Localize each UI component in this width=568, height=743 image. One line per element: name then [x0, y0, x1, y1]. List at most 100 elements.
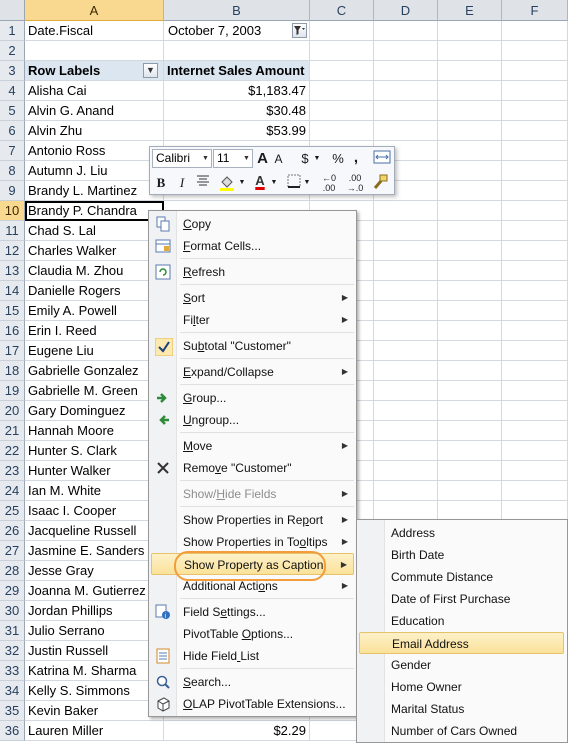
cell[interactable]: [502, 501, 568, 521]
row-header[interactable]: 3: [0, 61, 25, 81]
menu-item-move[interactable]: Move ▶: [151, 435, 354, 457]
cell[interactable]: [438, 81, 502, 101]
row-header[interactable]: 13: [0, 261, 25, 281]
row-header[interactable]: 9: [0, 181, 25, 201]
column-header-b[interactable]: B: [164, 0, 310, 21]
font-size-box[interactable]: 11 ▼: [213, 149, 253, 168]
cell[interactable]: [502, 281, 568, 301]
row-header[interactable]: 7: [0, 141, 25, 161]
chevron-down-icon[interactable]: ▼: [269, 173, 279, 193]
cell[interactable]: [374, 201, 438, 221]
column-header-d[interactable]: D: [374, 0, 438, 21]
menu-item-subtotal-customer[interactable]: Subtotal "Customer": [151, 335, 354, 357]
customer-name[interactable]: Antonio Ross: [25, 141, 164, 161]
customer-name[interactable]: Alvin G. Anand: [25, 101, 164, 121]
cell[interactable]: [438, 261, 502, 281]
cell[interactable]: [374, 381, 438, 401]
font-color-button[interactable]: A: [252, 171, 268, 191]
column-header-c[interactable]: C: [310, 0, 374, 21]
menu-item-show-hide-fields[interactable]: Show/Hide Fields ▶: [151, 483, 354, 505]
customer-name[interactable]: Erin I. Reed: [25, 321, 164, 341]
cell[interactable]: [438, 181, 502, 201]
submenu-item-date-of-first-purchase[interactable]: Date of First Purchase: [359, 588, 564, 610]
submenu-item-number-of-cars-owned[interactable]: Number of Cars Owned: [359, 720, 564, 742]
customer-name[interactable]: Charles Walker: [25, 241, 164, 261]
cell[interactable]: [374, 61, 438, 81]
cell[interactable]: [502, 241, 568, 261]
row-labels-header[interactable]: Row Labels ▼: [25, 61, 164, 81]
format-painter-icon[interactable]: [370, 173, 390, 193]
italic-button[interactable]: I: [176, 173, 188, 193]
cell[interactable]: [374, 401, 438, 421]
row-header[interactable]: 25: [0, 501, 25, 521]
cell[interactable]: [438, 341, 502, 361]
cell[interactable]: [438, 461, 502, 481]
shrink-font-button[interactable]: A: [271, 149, 286, 169]
menu-item-field-settings[interactable]: i Field Settings...: [151, 601, 354, 623]
cell[interactable]: [25, 41, 164, 61]
chevron-down-icon[interactable]: ▼: [312, 149, 322, 169]
row-header[interactable]: 11: [0, 221, 25, 241]
cell[interactable]: [502, 41, 568, 61]
cell[interactable]: [502, 321, 568, 341]
customer-name[interactable]: Hannah Moore: [25, 421, 164, 441]
column-header-a[interactable]: A: [25, 0, 164, 21]
cell[interactable]: [438, 441, 502, 461]
cell[interactable]: [502, 61, 568, 81]
chevron-down-icon[interactable]: ▼: [237, 173, 247, 193]
submenu-item-education[interactable]: Education: [359, 610, 564, 632]
row-header[interactable]: 30: [0, 601, 25, 621]
customer-name[interactable]: Danielle Rogers: [25, 281, 164, 301]
customer-name[interactable]: Autumn J. Liu: [25, 161, 164, 181]
cell[interactable]: [374, 221, 438, 241]
row-header[interactable]: 8: [0, 161, 25, 181]
customer-name[interactable]: Alvin Zhu: [25, 121, 164, 141]
cell[interactable]: [438, 361, 502, 381]
column-header-f[interactable]: F: [502, 0, 568, 21]
menu-item-remove-customer[interactable]: Remove "Customer": [151, 457, 354, 479]
cell[interactable]: [502, 381, 568, 401]
menu-item-ungroup[interactable]: Ungroup...: [151, 409, 354, 431]
row-header[interactable]: 17: [0, 341, 25, 361]
cell[interactable]: [438, 41, 502, 61]
cell[interactable]: [310, 81, 374, 101]
row-header[interactable]: 24: [0, 481, 25, 501]
row-header[interactable]: 34: [0, 681, 25, 701]
cell[interactable]: [374, 241, 438, 261]
submenu-item-marital-status[interactable]: Marital Status: [359, 698, 564, 720]
cell[interactable]: [374, 41, 438, 61]
menu-item-expand-collapse[interactable]: Expand/Collapse ▶: [151, 361, 354, 383]
row-header[interactable]: 22: [0, 441, 25, 461]
percent-button[interactable]: %: [330, 149, 346, 169]
row-header[interactable]: 23: [0, 461, 25, 481]
cell[interactable]: [502, 121, 568, 141]
menu-item-search[interactable]: Search...: [151, 671, 354, 693]
cell[interactable]: [438, 101, 502, 121]
menu-item-sort[interactable]: Sort ▶: [151, 287, 354, 309]
menu-item-hide-field-list[interactable]: Hide Field List: [151, 645, 354, 667]
customer-name[interactable]: Gabrielle Gonzalez: [25, 361, 164, 381]
row-header[interactable]: 31: [0, 621, 25, 641]
cell[interactable]: [438, 321, 502, 341]
row-header[interactable]: 16: [0, 321, 25, 341]
menu-item-show-properties-in-report[interactable]: Show Properties in Report ▶: [151, 509, 354, 531]
cell[interactable]: [374, 441, 438, 461]
cell[interactable]: [438, 201, 502, 221]
cell[interactable]: [374, 21, 438, 41]
select-all-corner[interactable]: [0, 0, 25, 21]
cell[interactable]: [502, 301, 568, 321]
row-header[interactable]: 27: [0, 541, 25, 561]
customer-name[interactable]: Brandy P. Chandra: [25, 201, 164, 221]
cell[interactable]: [310, 41, 374, 61]
cell[interactable]: [502, 181, 568, 201]
cell[interactable]: [438, 21, 502, 41]
cell[interactable]: [502, 101, 568, 121]
cell[interactable]: [438, 241, 502, 261]
cell[interactable]: [502, 401, 568, 421]
row-header[interactable]: 18: [0, 361, 25, 381]
cell[interactable]: [502, 141, 568, 161]
menu-item-olap-pivottable-extensions[interactable]: OLAP PivotTable Extensions...: [151, 693, 354, 715]
cell[interactable]: [438, 381, 502, 401]
customer-name[interactable]: Claudia M. Zhou: [25, 261, 164, 281]
customer-name[interactable]: Jordan Phillips: [25, 601, 164, 621]
